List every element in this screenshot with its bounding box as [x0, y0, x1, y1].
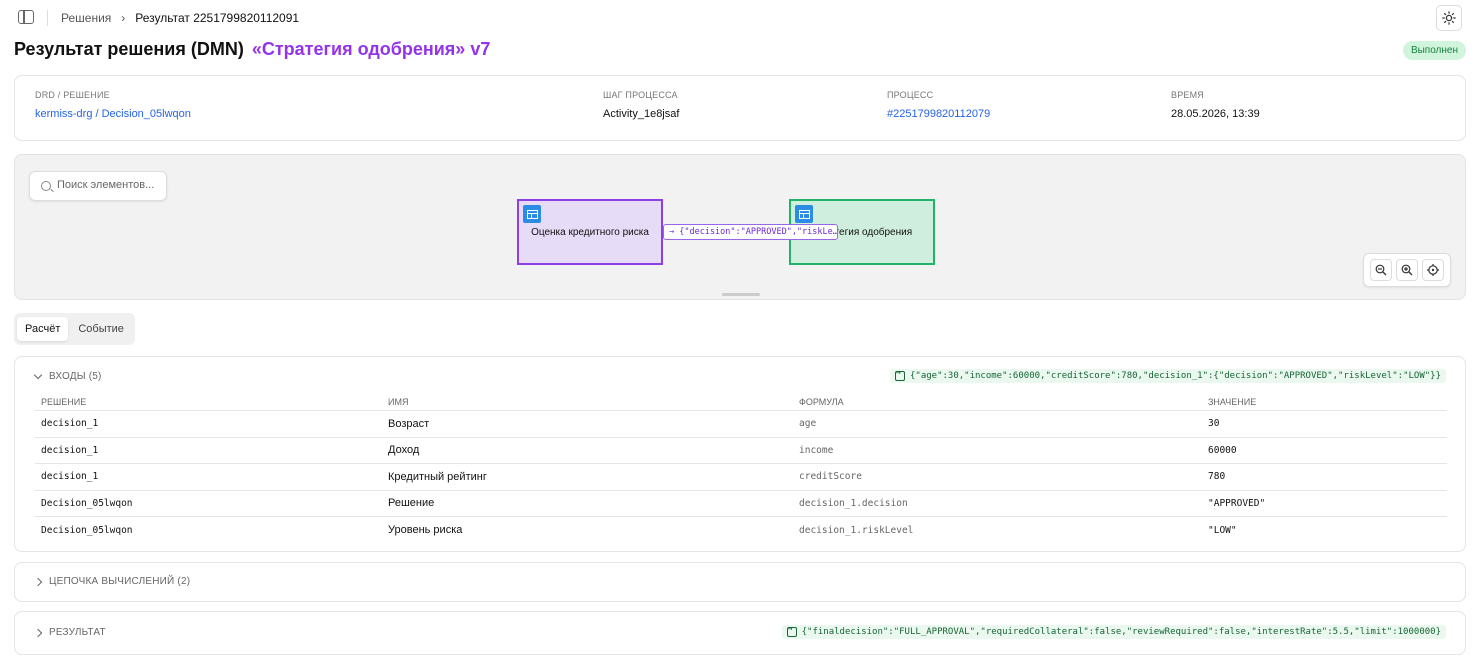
cell-value: 60000 — [1208, 444, 1237, 456]
chevron-right-icon — [33, 577, 43, 586]
table-row: Decision_05lwqon Уровень риска decision_… — [35, 517, 1447, 544]
sun-icon — [1442, 11, 1456, 25]
cell-formula: income — [799, 444, 834, 456]
info-time: ВРЕМЯ 28.05.2026, 13:39 — [1171, 90, 1260, 120]
column-header-value: ЗНАЧЕНИЕ — [1208, 396, 1257, 407]
table-row: Decision_05lwqon Решение decision_1.deci… — [35, 491, 1447, 517]
info-time-label: ВРЕМЯ — [1171, 90, 1205, 100]
cell-name: Возраст — [388, 417, 430, 430]
status-badge: Выполнен — [1402, 41, 1466, 60]
element-search-box — [29, 171, 167, 201]
info-step: ШАГ ПРОЦЕССА Activity_1e8jsaf — [603, 90, 679, 120]
cell-formula: age — [799, 418, 817, 430]
zoom-in-icon — [1401, 264, 1413, 276]
decision-table-icon — [523, 205, 541, 223]
decision-table-icon — [795, 205, 813, 223]
theme-toggle-button[interactable] — [1436, 5, 1462, 31]
cell-value: 780 — [1208, 471, 1226, 483]
chevron-down-icon — [33, 370, 43, 380]
cell-decision: Decision_05lwqon — [41, 524, 133, 536]
fit-view-button[interactable] — [1422, 259, 1444, 281]
inputs-json-text: {"age":30,"income":60000,"creditScore":7… — [909, 371, 1441, 381]
table-row: decision_1 Кредитный рейтинг creditScore… — [35, 464, 1447, 491]
column-header-decision: РЕШЕНИЕ — [41, 396, 87, 407]
column-header-formula: ФОРМУЛА — [799, 396, 844, 407]
cell-name: Уровень риска — [388, 524, 463, 537]
info-card: DRD / РЕШЕНИЕ kermiss-drg / Decision_05l… — [14, 75, 1466, 141]
info-time-value: 28.05.2026, 13:39 — [1171, 108, 1260, 120]
table-row: decision_1 Возраст age 30 — [35, 411, 1447, 438]
page-title-decision-name: «Стратегия одобрения» v7 — [251, 39, 491, 59]
info-process-label: ПРОЦЕСС — [887, 90, 934, 100]
input-arrow-icon — [894, 368, 905, 381]
page-title-main: Результат решения (DMN) — [14, 39, 244, 59]
cell-decision: decision_1 — [41, 444, 99, 456]
diagram-resize-handle[interactable] — [722, 293, 760, 296]
output-arrow-icon — [786, 624, 797, 637]
zoom-in-button[interactable] — [1396, 259, 1418, 281]
tab-calculation[interactable]: Расчёт — [17, 317, 69, 341]
inputs-table-header: РЕШЕНИЕ ИМЯ ФОРМУЛА ЗНАЧЕНИЕ — [35, 393, 1447, 411]
info-step-label: ШАГ ПРОЦЕССА — [603, 90, 678, 100]
inputs-table: РЕШЕНИЕ ИМЯ ФОРМУЛА ЗНАЧЕНИЕ decision_1 … — [35, 393, 1447, 544]
zoom-controls — [1363, 253, 1451, 287]
diagram-node-credit-risk[interactable]: Оценка кредитного риска — [517, 199, 663, 265]
info-process: ПРОЦЕСС #2251799820112079 — [887, 90, 990, 120]
node-label: Оценка кредитного риска — [531, 226, 649, 238]
calc-chain-section: ЦЕПОЧКА ВЫЧИСЛЕНИЙ (2) — [14, 562, 1466, 602]
inputs-section-title: ВХОДЫ (5) — [49, 371, 102, 382]
sidebar-toggle-icon[interactable] — [18, 10, 34, 24]
chevron-right-icon — [33, 628, 43, 637]
cell-value: 30 — [1208, 418, 1220, 430]
result-json-text: {"finaldecision":"FULL_APPROVAL","requir… — [801, 627, 1441, 637]
result-json-chip[interactable]: {"finaldecision":"FULL_APPROVAL","requir… — [781, 624, 1446, 639]
cell-decision: Decision_05lwqon — [41, 497, 133, 509]
chevron-right-icon: › — [121, 11, 126, 25]
cell-decision: decision_1 — [41, 418, 99, 430]
breadcrumb-root-link[interactable]: Решения — [61, 11, 111, 25]
table-row: decision_1 Доход income 60000 — [35, 438, 1447, 464]
result-section-toggle[interactable]: РЕЗУЛЬТАТ — [33, 627, 106, 638]
result-section: РЕЗУЛЬТАТ {"finaldecision":"FULL_APPROVA… — [14, 611, 1466, 655]
info-drd-link[interactable]: kermiss-drg / Decision_05lwqon — [35, 108, 191, 120]
inputs-section: ВХОДЫ (5) {"age":30,"income":60000,"cred… — [14, 356, 1466, 552]
cell-formula: decision_1.riskLevel — [799, 524, 914, 536]
top-bar: Решения › Результат 2251799820112091 — [0, 0, 1476, 36]
inputs-section-toggle[interactable]: ВХОДЫ (5) — [33, 370, 102, 382]
breadcrumb: Решения › Результат 2251799820112091 — [61, 11, 299, 25]
tab-event[interactable]: Событие — [70, 317, 132, 341]
info-drd-label: DRD / РЕШЕНИЕ — [35, 90, 110, 100]
info-drd: DRD / РЕШЕНИЕ kermiss-drg / Decision_05l… — [35, 90, 191, 120]
result-tabs: Расчёт Событие — [14, 313, 135, 345]
cell-decision: decision_1 — [41, 471, 99, 483]
inputs-json-chip[interactable]: {"age":30,"income":60000,"creditScore":7… — [889, 368, 1446, 383]
result-section-title: РЕЗУЛЬТАТ — [49, 627, 106, 638]
breadcrumb-current: Результат 2251799820112091 — [135, 11, 300, 25]
calc-chain-section-toggle[interactable]: ЦЕПОЧКА ВЫЧИСЛЕНИЙ (2) — [33, 576, 191, 587]
crosshair-icon — [1427, 264, 1439, 276]
search-icon — [41, 181, 51, 191]
cell-name: Решение — [388, 497, 435, 510]
cell-name: Доход — [388, 444, 420, 457]
cell-name: Кредитный рейтинг — [388, 470, 487, 483]
info-step-value: Activity_1e8jsaf — [603, 108, 680, 120]
cell-value: "LOW" — [1208, 524, 1237, 536]
zoom-out-icon — [1375, 264, 1387, 276]
info-process-link[interactable]: #2251799820112079 — [887, 108, 990, 120]
element-search-input[interactable] — [57, 179, 162, 191]
cell-formula: creditScore — [799, 471, 862, 483]
drd-diagram-canvas[interactable]: Оценка кредитного риска Стратегия одобре… — [14, 154, 1466, 300]
diagram-edge-label[interactable]: → {"decision":"APPROVED","riskLe… — [663, 224, 838, 240]
topbar-divider — [47, 10, 48, 26]
cell-value: "APPROVED" — [1208, 497, 1266, 509]
cell-formula: decision_1.decision — [799, 497, 908, 509]
zoom-out-button[interactable] — [1370, 259, 1392, 281]
calc-chain-section-title: ЦЕПОЧКА ВЫЧИСЛЕНИЙ (2) — [49, 576, 191, 587]
page-title: Результат решения (DMN) «Стратегия одобр… — [14, 39, 490, 60]
column-header-name: ИМЯ — [388, 396, 409, 407]
